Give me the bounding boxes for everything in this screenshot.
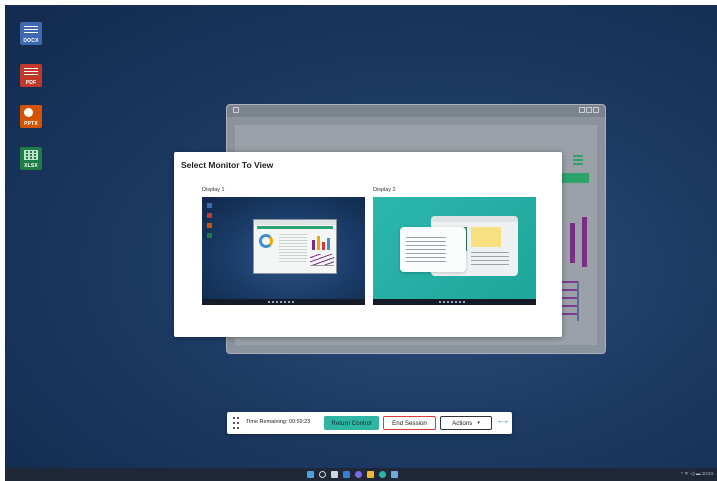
- grid-glyph-icon: [24, 150, 38, 160]
- end-session-button[interactable]: End Session: [383, 416, 436, 430]
- docx-icon[interactable]: DOCX: [20, 22, 42, 45]
- widgets-icon[interactable]: [343, 471, 350, 478]
- preview-ribbon: [257, 226, 333, 229]
- bar-preview: [322, 242, 325, 250]
- end-session-label: End Session: [392, 419, 427, 427]
- thumbnail-taskbar: [202, 299, 365, 305]
- pdf-icon[interactable]: PDF: [20, 64, 42, 87]
- document-lines-icon: [24, 68, 38, 77]
- display-1-label: Display 1: [202, 187, 225, 193]
- yellow-note: [471, 227, 501, 247]
- pdf-icon: [207, 213, 212, 218]
- line-preview: [310, 254, 334, 266]
- desktop: DOCX PDF PPTX XLSX Select Monitor To Vie…: [5, 5, 717, 481]
- actions-dropdown[interactable]: Actions ▾: [440, 416, 492, 430]
- menu-icon: [573, 155, 583, 167]
- teams-icon[interactable]: [355, 471, 362, 478]
- docx-tag: DOCX: [23, 38, 39, 44]
- preview-titlebar: [254, 220, 336, 225]
- return-control-button[interactable]: Return Control: [324, 416, 379, 430]
- remote-session-toolbar: Time Remaining: 00:59:23 Return Control …: [227, 412, 512, 434]
- pdf-tag: PDF: [25, 80, 37, 86]
- file-explorer-icon[interactable]: [367, 471, 374, 478]
- bar-preview: [312, 240, 315, 250]
- text-lines: [471, 252, 509, 268]
- xlsx-icon[interactable]: XLSX: [20, 147, 42, 170]
- close-icon[interactable]: [593, 107, 599, 113]
- system-tray[interactable]: ^ ᯤ ◁) ▬ 10:24: [681, 471, 713, 477]
- store-icon[interactable]: [391, 471, 398, 478]
- actions-label: Actions: [452, 419, 473, 427]
- chevron-down-icon: ▾: [477, 420, 480, 426]
- select-monitor-dialog: Select Monitor To View Display 1 Display…: [174, 152, 562, 337]
- search-icon[interactable]: [319, 471, 326, 478]
- pptx-tag: PPTX: [24, 121, 38, 127]
- thumbnail-taskbar: [373, 299, 536, 305]
- spreadsheet-window-preview: [253, 219, 337, 274]
- pptx-icon: [207, 223, 212, 228]
- bar-preview: [327, 238, 330, 250]
- purple-bar: [570, 223, 575, 263]
- maximize-icon[interactable]: [586, 107, 592, 113]
- task-view-icon[interactable]: [331, 471, 338, 478]
- pie-glyph-icon: [24, 108, 33, 117]
- line-chart-fragment: [559, 281, 579, 321]
- taskbar: ^ ᯤ ◁) ▬ 10:24: [5, 468, 717, 481]
- text-lines: [406, 237, 446, 263]
- preview-titlebar: [431, 216, 518, 222]
- edge-icon[interactable]: [379, 471, 386, 478]
- start-icon[interactable]: [307, 471, 314, 478]
- xlsx-icon: [207, 233, 212, 238]
- display-2-thumbnail[interactable]: [373, 197, 536, 305]
- xlsx-tag: XLSX: [24, 163, 38, 169]
- window-titlebar: [227, 105, 605, 117]
- green-band: [559, 173, 589, 183]
- bar-preview: [317, 236, 320, 250]
- dialog-title: Select Monitor To View: [181, 160, 274, 170]
- preview-window-front: [400, 227, 466, 272]
- drag-handle-icon[interactable]: [233, 417, 240, 429]
- pptx-icon[interactable]: PPTX: [20, 105, 42, 128]
- return-control-label: Return Control: [331, 419, 372, 427]
- expand-toolbar-icon[interactable]: ⟷: [498, 418, 508, 426]
- donut-preview: [259, 234, 273, 248]
- table-preview: [279, 234, 307, 264]
- display-2-label: Display 2: [373, 187, 396, 193]
- minimize-icon[interactable]: [579, 107, 585, 113]
- display-1-thumbnail[interactable]: [202, 197, 365, 305]
- app-menu-icon[interactable]: [233, 107, 239, 113]
- purple-bar: [582, 217, 587, 267]
- docx-icon: [207, 203, 212, 208]
- document-lines-icon: [24, 26, 38, 35]
- time-remaining: Time Remaining: 00:59:23: [246, 419, 311, 425]
